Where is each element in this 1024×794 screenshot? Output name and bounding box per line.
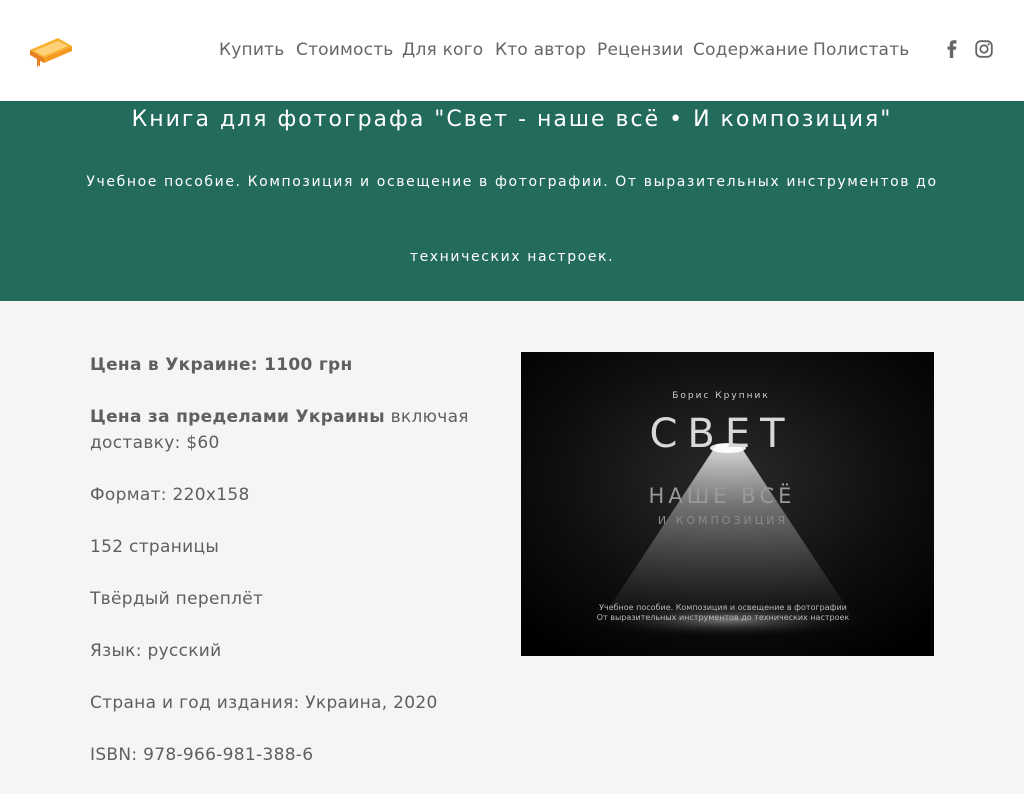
cover-subtitle2: И КОМПОЗИЦИЯ: [658, 514, 788, 527]
cover-caption-line1: Учебное пособие. Композиция и освещение …: [599, 603, 847, 612]
nav-item-reviews[interactable]: Рецензии: [597, 40, 684, 60]
nav-item-preview[interactable]: Полистать: [813, 40, 910, 60]
binding-type: Твёрдый переплёт: [90, 589, 264, 609]
hero-subtitle-line1: Учебное пособие. Композиция и освещение …: [86, 174, 938, 190]
price-ukraine: Цена в Украине: 1100 грн: [90, 355, 353, 375]
book-language: Язык: русский: [90, 641, 222, 661]
isbn: ISBN: 978-966-981-388-6: [90, 745, 314, 765]
nav-item-price[interactable]: Стоимость: [296, 40, 394, 60]
hero-subtitle-line2: технических настроек.: [409, 249, 615, 265]
nav-item-author[interactable]: Кто автор: [495, 40, 586, 60]
book-details: Цена в Украине: 1100 грн Цена за предела…: [90, 352, 510, 794]
country-year: Страна и год издания: Украина, 2020: [90, 693, 438, 713]
page-title: Книга для фотографа "Свет - наше всё • И…: [131, 107, 893, 132]
cover-caption-line2: От выразительных инструментов до техниче…: [597, 613, 850, 622]
cover-subtitle: НАШЕ ВСЁ: [649, 483, 796, 508]
nav-item-audience[interactable]: Для кого: [402, 40, 483, 60]
page-count: 152 страницы: [90, 537, 220, 557]
book-cover-image: Борис Крупник СВЕТ НАШЕ ВСЁ И КОМПОЗИЦИЯ…: [521, 352, 934, 656]
nav-item-contents[interactable]: Содержание: [693, 40, 809, 60]
book-logo-icon[interactable]: [28, 36, 74, 68]
nav-item-buy[interactable]: Купить: [219, 40, 284, 60]
hero-banner: Книга для фотографа "Свет - наше всё • И…: [0, 101, 1024, 301]
facebook-icon[interactable]: [946, 40, 958, 58]
cover-author: Борис Крупник: [672, 391, 770, 401]
site-header: Купить Стоимость Для кого Кто автор Реце…: [0, 0, 1024, 101]
cover-title: СВЕТ: [649, 411, 794, 457]
book-format: Формат: 220х158: [90, 485, 250, 505]
price-abroad: Цена за пределами Украины включая достав…: [90, 407, 469, 453]
instagram-icon[interactable]: [975, 40, 993, 58]
